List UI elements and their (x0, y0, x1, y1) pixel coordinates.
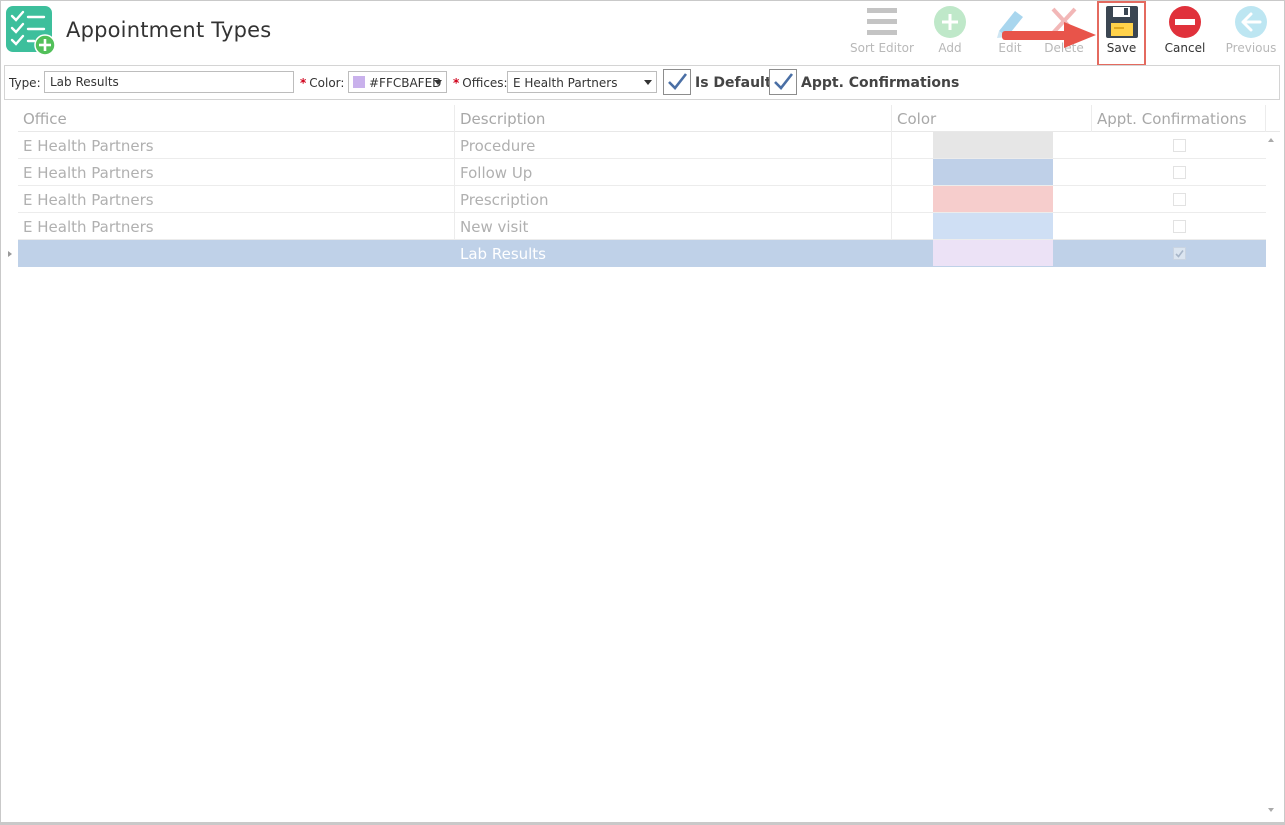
cell-office: E Health Partners (18, 213, 455, 240)
cell-office: E Health Partners (18, 186, 455, 213)
add-button[interactable]: Add (925, 0, 975, 64)
offices-label: * Offices: (453, 76, 508, 90)
cell-confirm-checkbox[interactable] (1173, 193, 1186, 206)
cell-confirm-checkbox[interactable] (1173, 247, 1186, 260)
page-title: Appointment Types (66, 18, 272, 42)
sort-editor-label: Sort Editor (850, 41, 914, 55)
table-row-selected[interactable]: Lab Results (18, 240, 1266, 267)
column-header-color[interactable]: Color (892, 105, 1092, 132)
column-header-description[interactable]: Description (455, 105, 892, 132)
column-header-appt-confirmations[interactable]: Appt. Confirmations (1092, 105, 1266, 132)
table-row[interactable]: E Health Partners New visit (18, 213, 1266, 240)
cell-color-swatch (933, 240, 1053, 266)
is-default-label: Is Default (695, 75, 772, 91)
column-header-office[interactable]: Office (18, 105, 455, 132)
color-swatch (353, 76, 365, 88)
checkmark-icon (774, 73, 794, 90)
scroll-up-icon[interactable] (1268, 138, 1274, 142)
cell-color-swatch (933, 132, 1053, 158)
table-row[interactable]: E Health Partners Prescription (18, 186, 1266, 213)
current-row-indicator-icon (8, 251, 12, 257)
table-row[interactable]: E Health Partners Follow Up (18, 159, 1266, 186)
cell-office: E Health Partners (18, 132, 455, 159)
offices-label-text: Offices: (462, 76, 508, 90)
cancel-label: Cancel (1164, 41, 1206, 55)
color-label: * Color: (300, 76, 344, 90)
offices-value: E Health Partners (513, 76, 618, 90)
previous-label: Previous (1225, 41, 1277, 55)
grid-header: Office Description Color Appt. Confirmat… (18, 105, 1280, 132)
cell-confirm-checkbox[interactable] (1173, 220, 1186, 233)
cell-description: New visit (455, 213, 892, 240)
appt-confirmations-label: Appt. Confirmations (801, 75, 960, 91)
required-marker: * (300, 76, 307, 90)
save-highlight-box (1097, 1, 1146, 66)
appointment-types-grid: Office Description Color Appt. Confirmat… (4, 105, 1280, 820)
add-label: Add (938, 41, 962, 55)
cell-confirm-checkbox[interactable] (1173, 139, 1186, 152)
cell-office (18, 240, 455, 267)
scroll-down-icon[interactable] (1268, 808, 1274, 812)
sort-editor-button[interactable]: Sort Editor (846, 0, 918, 64)
type-label: Type: (9, 76, 41, 90)
color-dropdown[interactable]: #FFCBAFED (348, 71, 447, 93)
arrow-left-circle-icon (1235, 6, 1267, 38)
cell-description: Procedure (455, 132, 892, 159)
appt-confirmations-checkbox[interactable] (769, 69, 797, 95)
cell-color-swatch (933, 213, 1053, 239)
checkmark-icon (668, 73, 688, 90)
checkmark-icon (1175, 250, 1184, 258)
cell-description: Follow Up (455, 159, 892, 186)
cancel-button[interactable]: Cancel (1160, 0, 1210, 64)
cell-color-swatch (933, 159, 1053, 185)
appointment-type-form: Type: *Color: #FFCBAFED *Offices: E Heal… (4, 65, 1280, 100)
table-row[interactable]: E Health Partners Procedure (18, 132, 1266, 159)
required-marker: * (453, 76, 460, 90)
is-default-checkbox[interactable] (663, 69, 691, 95)
chevron-down-icon (434, 80, 442, 85)
cell-color-swatch (933, 186, 1053, 212)
cell-confirm-checkbox[interactable] (1173, 166, 1186, 179)
cell-description: Prescription (455, 186, 892, 213)
color-value: #FFCBAFED (369, 76, 442, 90)
plus-circle-icon (934, 6, 966, 38)
cell-office: E Health Partners (18, 159, 455, 186)
cell-description: Lab Results (460, 245, 547, 263)
hamburger-icon (867, 8, 897, 35)
callout-arrow-icon (1002, 22, 1096, 48)
previous-button[interactable]: Previous (1222, 0, 1280, 64)
minus-circle-icon (1169, 6, 1201, 38)
chevron-down-icon (644, 80, 652, 85)
type-input[interactable] (44, 71, 294, 93)
color-label-text: Color: (309, 76, 345, 90)
offices-dropdown[interactable]: E Health Partners (507, 71, 657, 93)
checklist-add-icon (6, 6, 56, 56)
